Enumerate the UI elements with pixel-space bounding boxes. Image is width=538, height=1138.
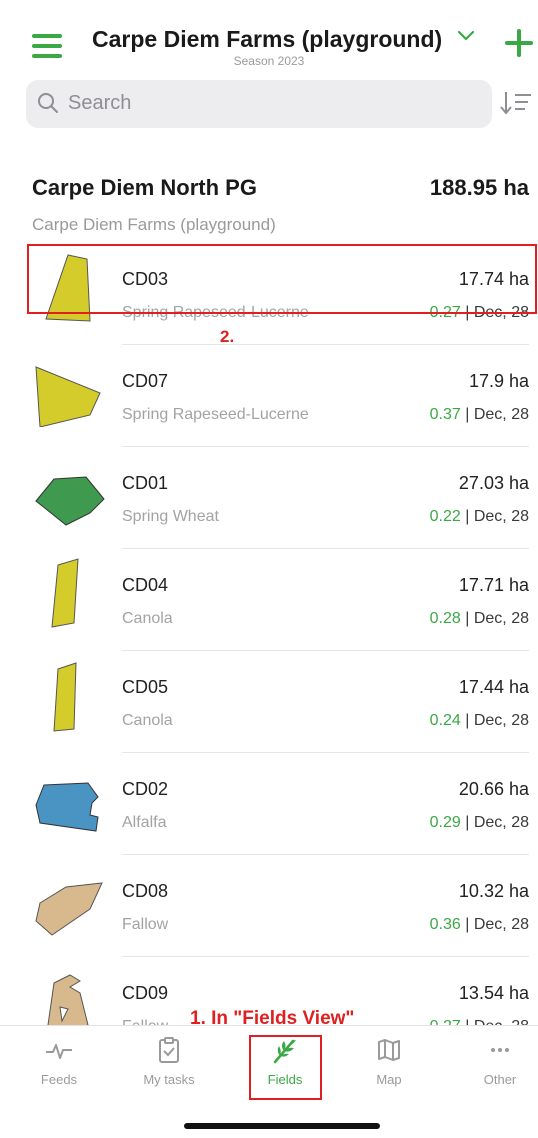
field-area: 27.03 ha (458, 473, 529, 493)
field-crop: Alfalfa (122, 814, 167, 831)
highlight-box-fields-tab (249, 1035, 322, 1100)
field-ndvi: 0.37 | Dec, 28 (429, 406, 529, 423)
field-crop: Spring Rapeseed-Lucerne (122, 406, 309, 423)
field-ndvi: 0.22 | Dec, 28 (429, 508, 529, 525)
map-icon (378, 1039, 400, 1061)
field-name: CD08 (122, 881, 169, 901)
row-divider (122, 650, 529, 651)
search-icon (38, 93, 58, 113)
annotation-step-1: 1. In "Fields View" (190, 1008, 355, 1029)
row-divider (122, 752, 529, 753)
home-indicator[interactable] (184, 1123, 380, 1129)
tab-label: Other (483, 1072, 517, 1087)
field-name: CD07 (122, 371, 169, 391)
field-name: CD01 (122, 473, 169, 493)
field-row[interactable]: CD08 Fallow 10.32 ha 0.36 | Dec, 28 (0, 857, 538, 957)
field-name: CD05 (122, 677, 169, 697)
field-area: 10.32 ha (458, 881, 529, 901)
field-shape-icon (35, 476, 105, 526)
field-crop: Canola (122, 610, 173, 627)
field-name: CD02 (122, 779, 169, 799)
pulse-icon (46, 1044, 72, 1059)
chevron-down-icon[interactable] (455, 24, 477, 46)
annotation-step-2: 2. (220, 327, 235, 346)
tab-map[interactable]: Map (344, 1036, 434, 1087)
field-shape-icon (35, 882, 103, 936)
field-row[interactable]: CD07 Spring Rapeseed-Lucerne 17.9 ha 0.3… (0, 347, 538, 447)
field-row[interactable]: CD02 Alfalfa 20.66 ha 0.29 | Dec, 28 (0, 755, 538, 855)
farm-title[interactable]: Carpe Diem Farms (playground) (92, 26, 442, 53)
field-crop: Fallow (122, 916, 169, 933)
row-divider (122, 854, 529, 855)
field-ndvi: 0.24 | Dec, 28 (429, 712, 529, 729)
field-crop: Canola (122, 712, 173, 729)
tab-feeds[interactable]: Feeds (14, 1036, 104, 1087)
tab-label: Map (376, 1072, 402, 1087)
field-area: 17.71 ha (458, 575, 529, 595)
more-dots-icon (491, 1048, 509, 1052)
tab-label: My tasks (143, 1072, 195, 1087)
row-divider (122, 446, 529, 447)
farm-org-label: Carpe Diem Farms (playground) (32, 215, 276, 234)
field-area: 13.54 ha (458, 983, 529, 1003)
field-name: CD04 (122, 575, 169, 595)
field-shape-icon (53, 662, 77, 732)
search-placeholder: Search (68, 92, 132, 114)
row-divider (122, 344, 529, 345)
field-shape-icon (35, 782, 99, 832)
season-label: Season 2023 (233, 54, 305, 68)
field-shape-icon (35, 366, 101, 427)
sort-icon[interactable] (498, 86, 534, 120)
field-ndvi: 0.29 | Dec, 28 (429, 814, 529, 831)
farm-group-area: 188.95 ha (429, 175, 529, 200)
field-row[interactable]: CD01 Spring Wheat 27.03 ha 0.22 | Dec, 2… (0, 449, 538, 549)
highlight-box-cd03 (27, 244, 537, 314)
clipboard-check-icon (159, 1037, 179, 1063)
field-shape-icon (51, 558, 79, 628)
tab-label: Feeds (40, 1072, 78, 1087)
field-name: CD09 (122, 983, 169, 1003)
tab-other[interactable]: Other (455, 1036, 538, 1087)
field-ndvi: 0.28 | Dec, 28 (429, 610, 529, 627)
farm-group-name: Carpe Diem North PG (32, 175, 257, 200)
field-row[interactable]: CD05 Canola 17.44 ha 0.24 | Dec, 28 (0, 653, 538, 753)
field-ndvi: 0.36 | Dec, 28 (429, 916, 529, 933)
field-area: 20.66 ha (458, 779, 529, 799)
field-crop: Spring Wheat (122, 508, 219, 525)
field-row[interactable]: CD04 Canola 17.71 ha 0.28 | Dec, 28 (0, 551, 538, 651)
field-area: 17.9 ha (468, 371, 529, 391)
row-divider (122, 548, 529, 549)
tab-my-tasks[interactable]: My tasks (124, 1036, 214, 1087)
row-divider (122, 956, 529, 957)
field-area: 17.44 ha (458, 677, 529, 697)
add-icon[interactable] (504, 28, 534, 58)
